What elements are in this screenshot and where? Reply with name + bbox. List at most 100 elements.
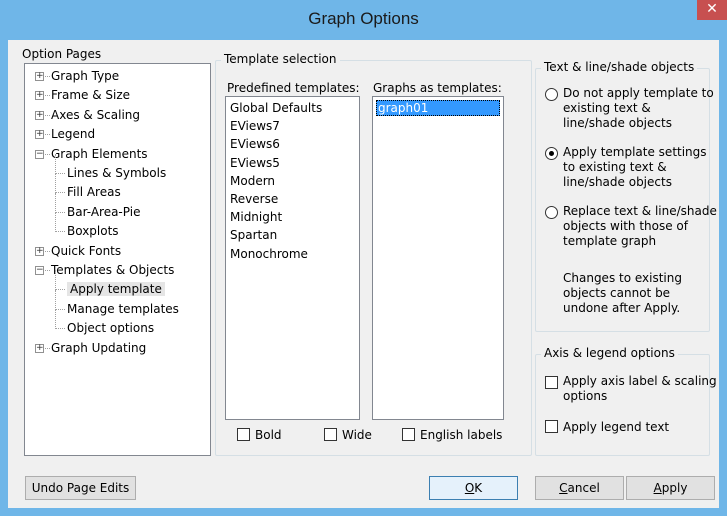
cancel-label-rest: ancel bbox=[567, 481, 600, 495]
list-item[interactable]: Modern bbox=[230, 172, 275, 190]
ok-button[interactable]: OK bbox=[429, 476, 518, 500]
graphs-as-templates-label: Graphs as templates: bbox=[373, 81, 502, 95]
window-title: Graph Options bbox=[308, 9, 419, 28]
list-item[interactable]: EViews7 bbox=[230, 117, 280, 135]
option-pages-label: Option Pages bbox=[22, 47, 102, 61]
graphs-as-templates-list[interactable]: graph01 bbox=[372, 96, 504, 420]
tree-connector bbox=[55, 289, 65, 291]
tree-connector bbox=[55, 270, 56, 291]
apply-legend-text-checkbox[interactable] bbox=[545, 420, 558, 433]
label-line: Apply template settings bbox=[563, 145, 707, 159]
tree-item[interactable]: Bar-Area-Pie bbox=[67, 203, 140, 221]
tree-item[interactable]: Lines & Symbols bbox=[67, 164, 166, 182]
title-bar: Graph Options ✕ bbox=[0, 0, 727, 40]
tree-connector bbox=[45, 134, 50, 136]
window-frame-bottom bbox=[0, 508, 727, 516]
list-item[interactable]: Reverse bbox=[230, 190, 278, 208]
tree-item[interactable]: Fill Areas bbox=[67, 183, 121, 201]
close-icon[interactable]: ✕ bbox=[697, 0, 727, 20]
tree-item[interactable]: Graph Updating bbox=[51, 339, 146, 357]
radio-apply-settings[interactable] bbox=[545, 147, 558, 160]
bold-label: Bold bbox=[255, 428, 282, 442]
option-pages-tree[interactable]: + Graph Type + Frame & Size + Axes & Scaling +… bbox=[24, 63, 211, 456]
label-line: to existing text & bbox=[563, 160, 667, 174]
tree-connector bbox=[55, 173, 56, 194]
tree-item[interactable]: Manage templates bbox=[67, 300, 179, 318]
radio-do-not-apply[interactable] bbox=[545, 88, 558, 101]
tree-connector bbox=[55, 154, 56, 174]
list-item[interactable]: EViews6 bbox=[230, 135, 280, 153]
apply-mnemonic: A bbox=[653, 481, 662, 495]
expand-icon[interactable]: + bbox=[35, 72, 44, 81]
ok-mnemonic: O bbox=[464, 481, 475, 495]
tree-item[interactable]: Templates & Objects bbox=[51, 261, 174, 279]
cancel-button[interactable]: Cancel bbox=[535, 476, 624, 500]
tree-item[interactable]: Frame & Size bbox=[51, 86, 130, 104]
radio-replace-objects-label: Replace text & line/shade objects with t… bbox=[563, 204, 717, 249]
collapse-icon[interactable]: − bbox=[35, 149, 44, 159]
tree-item[interactable]: Object options bbox=[67, 319, 154, 337]
apply-axis-label-checkbox[interactable] bbox=[545, 376, 558, 389]
collapse-icon[interactable]: − bbox=[35, 266, 44, 275]
english-labels-label: English labels bbox=[420, 428, 503, 442]
label-line: line/shade objects bbox=[563, 175, 672, 189]
ok-label-rest: K bbox=[474, 481, 483, 495]
tree-item-label: Axes & Scaling bbox=[51, 107, 141, 122]
tree-item-label: Object options bbox=[67, 321, 155, 336]
expand-icon[interactable]: + bbox=[35, 130, 44, 140]
tree-connector bbox=[45, 114, 50, 116]
apply-button[interactable]: Apply bbox=[626, 476, 715, 500]
label-line: Apply axis label & scaling bbox=[563, 374, 717, 388]
radio-replace-objects[interactable] bbox=[545, 206, 558, 219]
tree-connector bbox=[45, 76, 50, 77]
wide-label: Wide bbox=[342, 428, 372, 442]
expand-icon[interactable]: + bbox=[35, 110, 44, 120]
list-item-selected[interactable]: graph01 bbox=[376, 100, 500, 116]
tree-connector bbox=[55, 212, 56, 233]
tree-item-label: Templates & Objects bbox=[51, 263, 175, 277]
tree-connector bbox=[55, 309, 56, 330]
note-line: Changes to existing bbox=[563, 271, 682, 285]
label-line: line/shade objects bbox=[563, 116, 672, 130]
tree-connector bbox=[55, 192, 65, 194]
radio-apply-settings-label: Apply template settings to existing text… bbox=[563, 145, 707, 190]
radio-selected-dot bbox=[549, 151, 554, 156]
dialog-body: Option Pages + Graph Type + Frame & Size + Ax… bbox=[8, 40, 719, 508]
tree-item-label: Bar-Area-Pie bbox=[67, 204, 141, 219]
predefined-templates-list[interactable]: Global Defaults EViews7 EViews6 EViews5 Mode… bbox=[225, 96, 360, 420]
list-item[interactable]: Global Defaults bbox=[230, 99, 322, 117]
note-line: objects cannot be bbox=[563, 286, 671, 300]
tree-item[interactable]: Graph Type bbox=[51, 67, 119, 85]
english-labels-checkbox[interactable] bbox=[402, 428, 415, 441]
tree-item-label: Legend bbox=[51, 127, 96, 142]
list-item[interactable]: Spartan bbox=[230, 226, 277, 244]
radio-do-not-apply-label: Do not apply template to existing text &… bbox=[563, 86, 714, 131]
expand-icon[interactable]: + bbox=[35, 246, 44, 256]
window-frame-right bbox=[719, 40, 727, 516]
predefined-templates-label: Predefined templates: bbox=[227, 81, 360, 95]
wide-checkbox[interactable] bbox=[324, 428, 337, 441]
tree-connector bbox=[45, 153, 50, 155]
tree-item[interactable]: Boxplots bbox=[67, 222, 119, 240]
bold-checkbox[interactable] bbox=[237, 428, 250, 441]
list-item[interactable]: EViews5 bbox=[230, 154, 280, 172]
tree-connector bbox=[45, 95, 50, 97]
tree-connector bbox=[45, 347, 50, 349]
tree-item[interactable]: Legend bbox=[51, 125, 95, 143]
window-frame-left bbox=[0, 40, 8, 516]
label-line: options bbox=[563, 389, 608, 403]
undo-page-edits-button[interactable]: Undo Page Edits bbox=[25, 476, 136, 500]
tree-item[interactable]: Apply template bbox=[67, 280, 165, 298]
expand-icon[interactable]: + bbox=[35, 91, 44, 101]
list-item[interactable]: Midnight bbox=[230, 208, 282, 226]
tree-connector bbox=[55, 192, 56, 213]
tree-item[interactable]: Graph Elements bbox=[51, 145, 148, 163]
tree-item[interactable]: Quick Fonts bbox=[51, 242, 121, 260]
tree-item-label: Graph Elements bbox=[51, 146, 148, 161]
expand-icon[interactable]: + bbox=[35, 343, 44, 353]
label-line: Replace text & line/shade bbox=[563, 204, 717, 218]
tree-item[interactable]: Axes & Scaling bbox=[51, 106, 140, 124]
apply-legend-text-label: Apply legend text bbox=[563, 420, 670, 434]
list-item[interactable]: Monochrome bbox=[230, 245, 308, 263]
template-selection-title: Template selection bbox=[221, 52, 340, 66]
